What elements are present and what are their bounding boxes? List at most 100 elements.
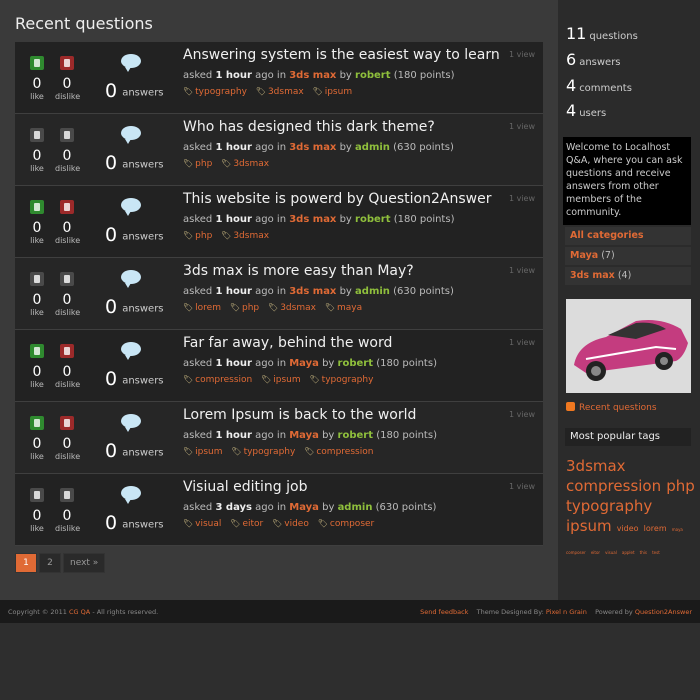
category-link[interactable]: 3ds max (289, 214, 336, 225)
question-title-link[interactable]: This website is powerd by Question2Answe… (183, 191, 513, 208)
cloud-tag[interactable]: applet (622, 550, 635, 555)
thumbs-up-icon[interactable] (30, 488, 44, 502)
page-2-button[interactable]: 2 (39, 553, 61, 573)
thumbs-down-icon[interactable] (60, 200, 74, 214)
user-link[interactable]: admin (355, 142, 390, 153)
like-count: 0 (32, 508, 42, 524)
tag-link[interactable]: lorem (183, 303, 221, 313)
next-page-button[interactable]: next » (63, 553, 106, 573)
thumbs-up-icon[interactable] (30, 56, 44, 70)
thumbs-up-icon[interactable] (30, 200, 44, 214)
category-item-maya[interactable]: Maya (7) (565, 247, 691, 266)
cloud-tag[interactable]: lorem (644, 524, 667, 533)
tag-link[interactable]: ipsum (183, 447, 223, 457)
category-link[interactable]: 3ds max (289, 142, 336, 153)
recent-questions-feed-link[interactable]: Recent questions (566, 402, 657, 413)
dislike-count: 0 (62, 220, 72, 236)
user-link[interactable]: robert (355, 214, 390, 225)
tag-link[interactable]: php (183, 231, 212, 241)
cloud-tag[interactable]: this (640, 550, 647, 555)
tag-link[interactable]: php (183, 159, 212, 169)
tag-link[interactable]: ipsum (261, 375, 301, 385)
tag-link[interactable]: php (230, 303, 259, 313)
thumbs-down-icon[interactable] (60, 128, 74, 142)
user-link[interactable]: robert (338, 358, 373, 369)
speech-bubble-icon (121, 342, 141, 360)
site-name-link[interactable]: CG QA (69, 608, 90, 616)
question-title-link[interactable]: Far far away, behind the word (183, 335, 513, 352)
question-item: 0 like 0 dislike 0 answers This website … (15, 186, 543, 258)
view-count: 1 view (508, 482, 535, 491)
cloud-tag[interactable]: maya (672, 527, 683, 532)
thumbs-down-icon[interactable] (60, 416, 74, 430)
theme-author-link[interactable]: Pixel n Grain (546, 608, 587, 616)
user-link[interactable]: robert (338, 430, 373, 441)
cloud-tag[interactable]: typography (566, 497, 652, 515)
cloud-tag[interactable]: php (666, 477, 695, 495)
tag-link[interactable]: eitor (230, 519, 263, 529)
page-1-button[interactable]: 1 (15, 553, 37, 573)
like-label: like (30, 92, 44, 101)
send-feedback-link[interactable]: Send feedback (420, 608, 468, 616)
dislike-count: 0 (62, 436, 72, 452)
question-title-link[interactable]: Visiual editing job (183, 479, 513, 496)
thumbs-down-icon[interactable] (60, 344, 74, 358)
cloud-tag[interactable]: eitor (591, 550, 600, 555)
tag-link[interactable]: ipsum (313, 87, 353, 97)
powered-by-link[interactable]: Question2Answer (635, 608, 692, 616)
tag-link[interactable]: 3dsmax (221, 231, 269, 241)
thumbs-up-icon[interactable] (30, 272, 44, 286)
answer-count: 0 (105, 296, 118, 318)
tag-link[interactable]: 3dsmax (221, 159, 269, 169)
answers-label: answers (122, 231, 164, 243)
tag-link[interactable]: 3dsmax (256, 87, 304, 97)
category-link[interactable]: Maya (289, 430, 319, 441)
question-title-link[interactable]: Lorem Ipsum is back to the world (183, 407, 513, 424)
like-count: 0 (32, 148, 42, 164)
thumbs-up-icon[interactable] (30, 416, 44, 430)
cloud-tag[interactable]: ipsum (566, 517, 612, 535)
tag-link[interactable]: visual (183, 519, 221, 529)
cloud-tag[interactable]: composer (566, 550, 586, 555)
tag-link[interactable]: compression (304, 447, 373, 457)
tag-link[interactable]: typography (183, 87, 247, 97)
category-list: All categories Maya (7) 3ds max (4) (565, 227, 691, 287)
question-title-link[interactable]: Answering system is the easiest way to l… (183, 47, 513, 64)
tag-link[interactable]: typography (231, 447, 295, 457)
footer-links: Send feedback Theme Designed By: Pixel n… (420, 608, 692, 616)
thumbs-down-icon[interactable] (60, 488, 74, 502)
thumbs-up-icon[interactable] (30, 344, 44, 358)
cloud-tag[interactable]: video (617, 524, 639, 533)
tag-link[interactable]: typography (310, 375, 374, 385)
cloud-tag[interactable]: 3dsmax (566, 457, 626, 475)
tag-link[interactable]: 3dsmax (268, 303, 316, 313)
tag-link[interactable]: maya (325, 303, 362, 313)
category-link[interactable]: 3ds max (289, 286, 336, 297)
tag-link[interactable]: composer (318, 519, 375, 529)
question-title-link[interactable]: Who has designed this dark theme? (183, 119, 513, 136)
like-label: like (30, 452, 44, 461)
category-link[interactable]: 3ds max (289, 70, 336, 81)
answer-count: 0 (105, 224, 118, 246)
category-link[interactable]: Maya (289, 358, 319, 369)
thumbs-down-icon[interactable] (60, 272, 74, 286)
user-link[interactable]: admin (338, 502, 373, 513)
tag-link[interactable]: video (272, 519, 309, 529)
cloud-tag[interactable]: visual (605, 550, 617, 555)
cloud-tag[interactable]: compression (566, 477, 661, 495)
question-meta: asked 1 hour ago in Maya by robert (180 … (183, 358, 437, 369)
dislike-label: dislike (55, 452, 81, 461)
category-link[interactable]: Maya (289, 502, 319, 513)
answers-label: answers (122, 447, 164, 459)
thumbs-up-icon[interactable] (30, 128, 44, 142)
thumbs-down-icon[interactable] (60, 56, 74, 70)
cloud-tag[interactable]: test (652, 550, 660, 555)
popular-tags-heading: Most popular tags (565, 428, 691, 446)
question-title-link[interactable]: 3ds max is more easy than May? (183, 263, 513, 280)
category-item-all[interactable]: All categories (565, 227, 691, 246)
user-link[interactable]: robert (355, 70, 390, 81)
tag-link[interactable]: compression (183, 375, 252, 385)
tag-list: visual eitor video composer (183, 519, 513, 529)
user-link[interactable]: admin (355, 286, 390, 297)
category-item-3dsmax[interactable]: 3ds max (4) (565, 267, 691, 286)
